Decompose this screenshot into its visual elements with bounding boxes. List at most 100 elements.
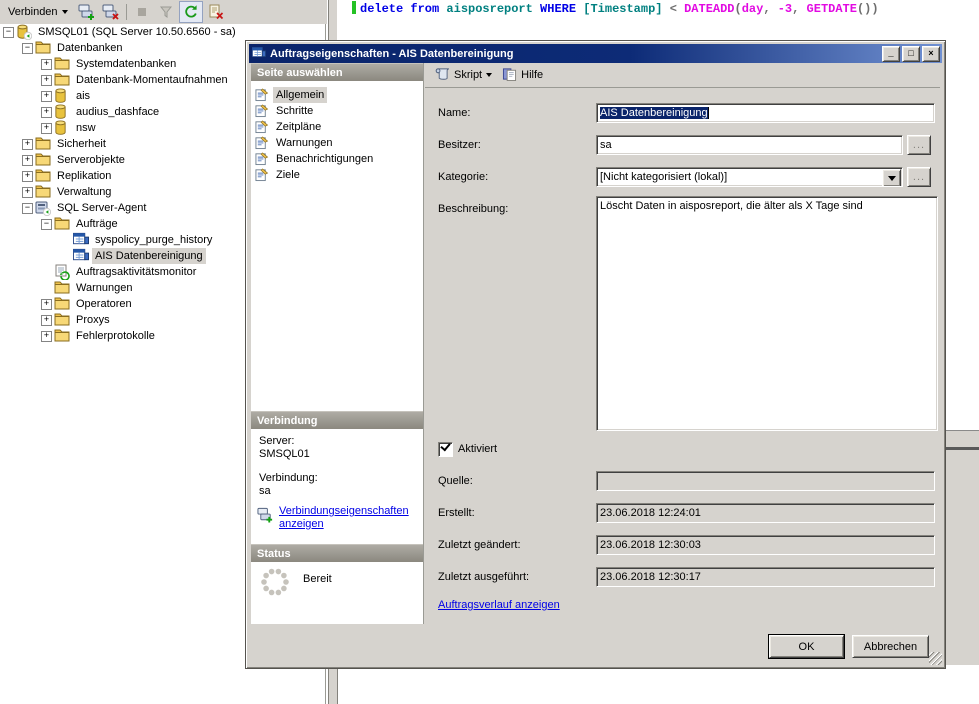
agent-icon bbox=[35, 200, 52, 216]
tree-item-label: ais bbox=[73, 88, 93, 104]
connection-properties-link[interactable]: Verbindungseigenschaften anzeigen bbox=[279, 505, 417, 531]
expand-icon[interactable]: + bbox=[41, 75, 52, 86]
close-button[interactable]: × bbox=[922, 46, 940, 62]
help-book-icon bbox=[502, 67, 517, 84]
chevron-down-icon bbox=[888, 176, 896, 181]
script-icon bbox=[434, 67, 450, 83]
category-browse-button[interactable]: ... bbox=[907, 167, 931, 187]
collapse-icon[interactable]: − bbox=[22, 43, 33, 54]
collapse-icon[interactable]: − bbox=[41, 219, 52, 230]
folder-icon bbox=[54, 280, 71, 296]
created-field: 23.06.2018 12:24:01 bbox=[596, 503, 935, 523]
folder-icon bbox=[54, 72, 71, 88]
change-tracking-bar bbox=[352, 1, 356, 14]
combo-dropdown-button[interactable] bbox=[882, 169, 901, 187]
expand-icon[interactable]: + bbox=[41, 123, 52, 134]
expand-icon[interactable]: + bbox=[41, 107, 52, 118]
help-button[interactable]: Hilfe bbox=[499, 65, 546, 86]
expand-icon[interactable]: + bbox=[41, 59, 52, 70]
nav-item-ziele[interactable]: Ziele bbox=[251, 167, 423, 183]
created-label: Erstellt: bbox=[438, 507, 475, 519]
folder-icon bbox=[54, 56, 71, 72]
expand-icon[interactable]: + bbox=[22, 187, 33, 198]
job-history-link[interactable]: Auftragsverlauf anzeigen bbox=[438, 599, 560, 611]
job-icon bbox=[73, 248, 90, 264]
resize-grip[interactable] bbox=[929, 652, 942, 665]
connection-header: Verbindung bbox=[251, 411, 423, 429]
ok-button[interactable]: OK bbox=[769, 635, 844, 658]
tree-item-label: Verwaltung bbox=[54, 184, 114, 200]
text-caret bbox=[708, 107, 709, 119]
database-icon bbox=[54, 104, 71, 120]
expand-icon[interactable]: + bbox=[22, 139, 33, 150]
nav-item-label: Benachrichtigungen bbox=[273, 151, 376, 167]
nav-item-warnungen[interactable]: Warnungen bbox=[251, 135, 423, 151]
database-icon bbox=[54, 120, 71, 136]
tree-item-label: audius_dashface bbox=[73, 104, 162, 120]
expand-icon[interactable]: + bbox=[41, 331, 52, 342]
chevron-down-icon bbox=[62, 10, 68, 14]
sql-token: aisposreport bbox=[446, 2, 540, 16]
tree-item-label: Operatoren bbox=[73, 296, 135, 312]
description-textarea[interactable]: Löscht Daten in aisposreport, die älter … bbox=[596, 196, 938, 431]
executed-label: Zuletzt ausgeführt: bbox=[438, 571, 529, 583]
collapse-icon[interactable]: − bbox=[3, 27, 14, 38]
expand-icon[interactable]: + bbox=[22, 155, 33, 166]
job-properties-dialog: Auftragseigenschaften - AIS Datenbereini… bbox=[245, 40, 946, 669]
connect-dropdown-button[interactable]: Verbinden bbox=[4, 4, 72, 20]
category-label: Kategorie: bbox=[438, 171, 488, 183]
script-button[interactable]: Skript bbox=[431, 65, 495, 85]
sql-token: GETDATE bbox=[807, 2, 857, 16]
nav-item-label: Zeitpläne bbox=[273, 119, 324, 135]
nav-item-benachrichtigungen[interactable]: Benachrichtigungen bbox=[251, 151, 423, 167]
expand-icon[interactable]: + bbox=[41, 315, 52, 326]
connect-icon[interactable] bbox=[76, 2, 98, 22]
database-icon bbox=[54, 88, 71, 104]
tree-item-smsql01-sql-server-10-50-6560-sa[interactable]: −SMSQL01 (SQL Server 10.50.6560 - sa) bbox=[0, 24, 325, 40]
expand-icon[interactable]: + bbox=[22, 171, 33, 182]
dialog-titlebar[interactable]: Auftragseigenschaften - AIS Datenbereini… bbox=[249, 44, 942, 63]
disconnect-icon[interactable] bbox=[100, 2, 122, 22]
expand-icon[interactable]: + bbox=[41, 91, 52, 102]
refresh-icon[interactable] bbox=[179, 1, 203, 23]
cancel-button[interactable]: Abbrechen bbox=[852, 635, 929, 658]
dialog-left-pane: Seite auswählen AllgemeinSchritteZeitplä… bbox=[251, 63, 424, 624]
stop-icon bbox=[131, 2, 153, 22]
owner-browse-button[interactable]: ... bbox=[907, 135, 931, 155]
description-label: Beschreibung: bbox=[438, 203, 508, 215]
maximize-button[interactable]: □ bbox=[902, 46, 920, 62]
tree-item-label: Proxys bbox=[73, 312, 113, 328]
tree-item-label: Aufträge bbox=[73, 216, 121, 232]
category-select[interactable]: [Nicht kategorisiert (lokal)] bbox=[596, 167, 903, 187]
enabled-checkbox[interactable] bbox=[438, 442, 453, 457]
server-value: SMSQL01 bbox=[259, 448, 310, 460]
tree-item-label: Sicherheit bbox=[54, 136, 109, 152]
name-input[interactable]: AIS Datenbereinigung bbox=[596, 103, 935, 123]
server-icon bbox=[16, 24, 33, 40]
job-icon bbox=[73, 232, 90, 248]
sql-token: ( bbox=[735, 2, 742, 16]
sql-token: < bbox=[670, 2, 684, 16]
nav-item-zeitpläne[interactable]: Zeitpläne bbox=[251, 119, 423, 135]
folder-icon bbox=[35, 136, 52, 152]
sql-token: day bbox=[742, 2, 764, 16]
connection-value: sa bbox=[259, 485, 271, 497]
name-input-selected-text: AIS Datenbereinigung bbox=[600, 107, 708, 119]
owner-label: Besitzer: bbox=[438, 139, 481, 151]
page-icon bbox=[255, 135, 272, 151]
page-icon bbox=[255, 103, 272, 119]
owner-input[interactable]: sa bbox=[596, 135, 903, 155]
status-spinner-icon bbox=[259, 566, 291, 601]
connection-server-icon bbox=[257, 507, 274, 526]
name-label: Name: bbox=[438, 107, 470, 119]
nav-item-allgemein[interactable]: Allgemein bbox=[251, 87, 423, 103]
collapse-icon[interactable]: − bbox=[22, 203, 33, 214]
select-page-header: Seite auswählen bbox=[251, 63, 423, 81]
minimize-button[interactable]: _ bbox=[882, 46, 900, 62]
executed-field: 23.06.2018 12:30:17 bbox=[596, 567, 935, 587]
page-icon bbox=[255, 167, 272, 183]
delete-script-icon[interactable] bbox=[205, 2, 227, 22]
nav-item-schritte[interactable]: Schritte bbox=[251, 103, 423, 119]
folder-icon bbox=[35, 184, 52, 200]
expand-icon[interactable]: + bbox=[41, 299, 52, 310]
